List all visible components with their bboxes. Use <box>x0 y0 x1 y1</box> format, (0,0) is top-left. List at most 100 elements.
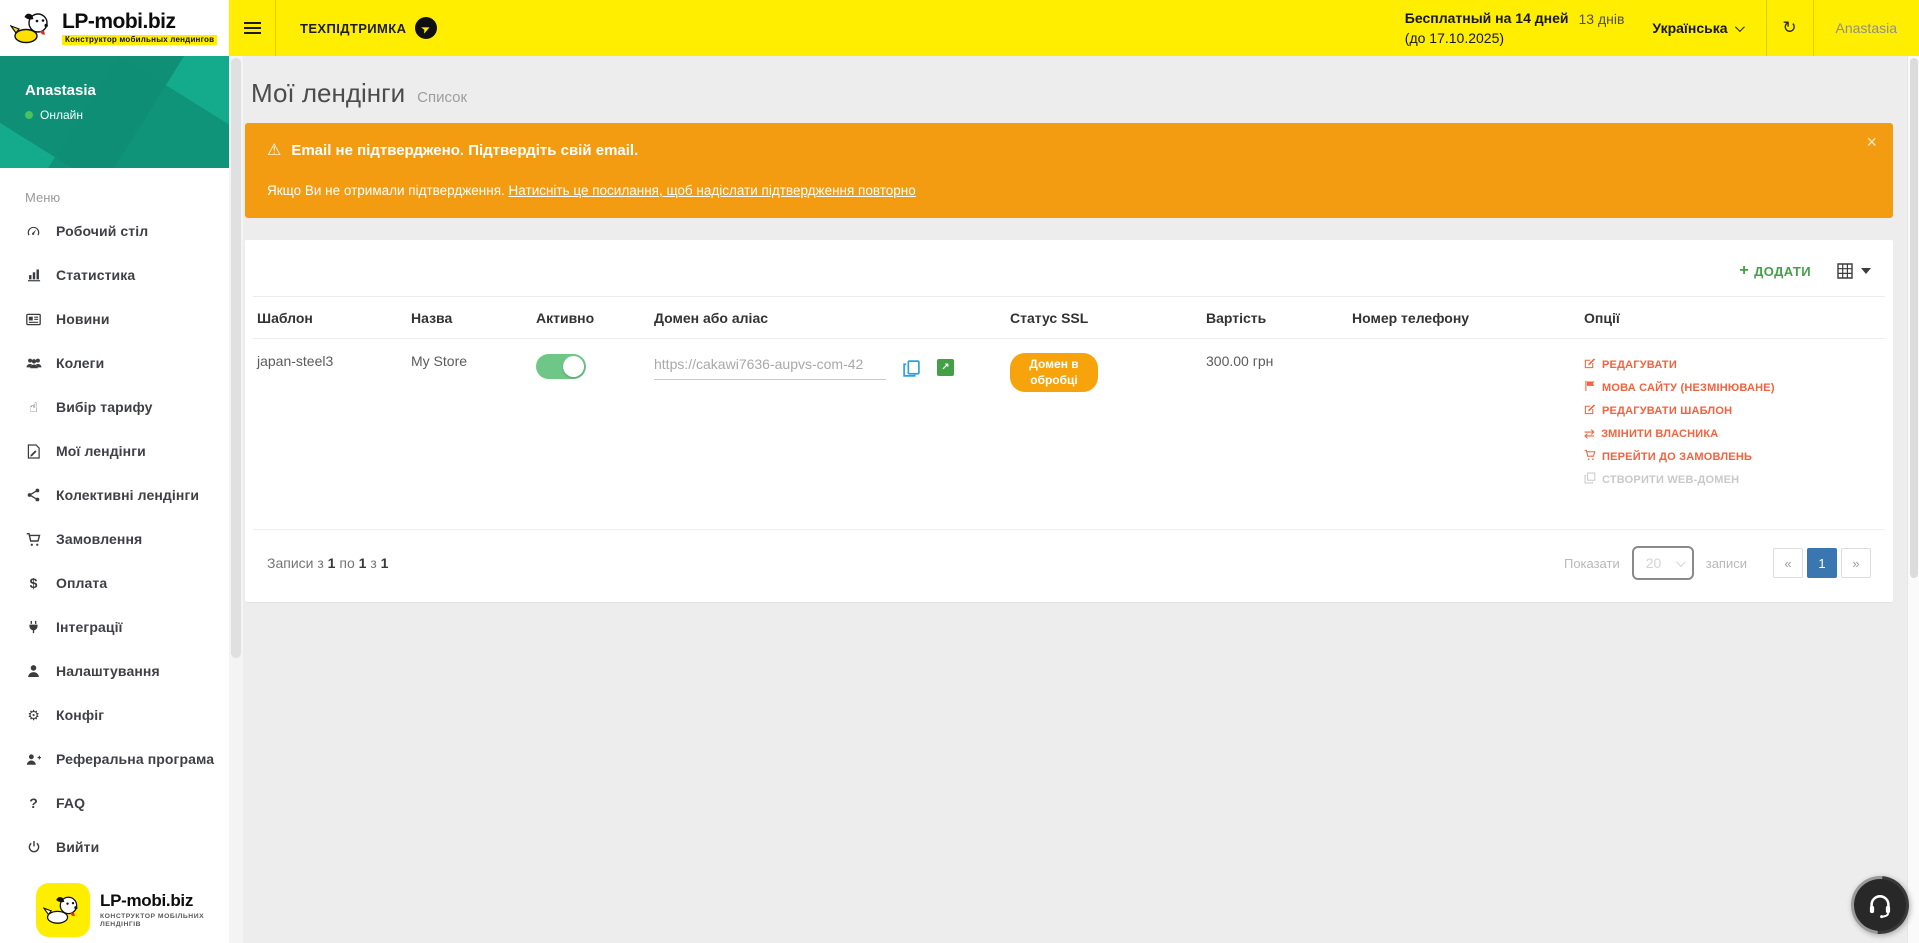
col-header-ssl[interactable]: Статус SSL <box>1006 297 1202 338</box>
table-row: japan-steel3 My Store ↗ Домен в обробці … <box>253 339 1885 505</box>
cell-name: My Store <box>407 339 532 505</box>
per-page-select[interactable]: 20 <box>1632 546 1694 580</box>
cell-template: japan-steel3 <box>253 339 407 505</box>
sidebar-toggle-button[interactable] <box>229 0 275 56</box>
banner-text: Якщо Ви не отримали підтвердження. <box>267 183 505 198</box>
table-grid-icon <box>1837 263 1853 279</box>
menu-section-label: Меню <box>0 168 229 209</box>
sidebar-scrollbar-thumb[interactable] <box>231 58 241 658</box>
col-header-template[interactable]: Шаблон <box>253 297 407 338</box>
option-go-to-orders[interactable]: ПЕРЕЙТИ ДО ЗАМОВЛЕНЬ <box>1584 445 1879 468</box>
sidebar-item-logout[interactable]: Вийти <box>0 825 229 869</box>
ssl-status-badge: Домен в обробці <box>1010 353 1098 392</box>
tech-support-link[interactable]: ТЕХПІДТРИМКА ➤ <box>276 0 455 56</box>
page-scrollbar-thumb[interactable] <box>1910 58 1918 578</box>
col-header-active[interactable]: Активно <box>532 297 650 338</box>
exchange-icon: ⇄ <box>1584 426 1595 442</box>
entries-label: записи <box>1706 556 1747 571</box>
pagination: « 1 » <box>1773 548 1871 578</box>
pagination-page-1-button[interactable]: 1 <box>1807 548 1837 578</box>
plug-icon <box>24 620 43 634</box>
cart-icon <box>1584 449 1596 464</box>
show-label: Показати <box>1564 556 1620 571</box>
bar-chart-icon <box>24 268 43 282</box>
col-header-price[interactable]: Вартість <box>1202 297 1348 338</box>
sidebar-item-payment[interactable]: $ Оплата <box>0 561 229 605</box>
external-link-icon[interactable]: ↗ <box>937 359 954 376</box>
sidebar-item-settings[interactable]: Налаштування <box>0 649 229 693</box>
top-bar: LP-mobi.biz Конструктор мобильных лендин… <box>0 0 1919 56</box>
share-icon <box>24 488 43 502</box>
resend-confirmation-link[interactable]: Натисніть це посилання, щоб надіслати пі… <box>509 183 916 198</box>
main-content: Мої лендінги Список ⚠ Email не підтвердж… <box>243 56 1907 943</box>
sidebar-scrollbar[interactable] <box>229 56 243 943</box>
sidebar-user-name: Anastasia <box>25 82 229 99</box>
domain-input[interactable] <box>654 353 886 380</box>
chevron-down-icon <box>1734 22 1744 32</box>
cell-ssl-status: Домен в обробці <box>1006 339 1202 505</box>
option-create-web-domain: СТВОРИТИ WEB-ДОМЕН <box>1584 468 1879 491</box>
col-header-name[interactable]: Назва <box>407 297 532 338</box>
per-page-value: 20 <box>1646 555 1662 571</box>
page-scrollbar[interactable] <box>1907 56 1919 943</box>
col-header-phone[interactable]: Номер телефону <box>1348 297 1580 338</box>
warning-icon: ⚠ <box>267 140 281 160</box>
active-toggle[interactable] <box>536 354 586 379</box>
pagination-prev-button[interactable]: « <box>1773 548 1803 578</box>
brand-tagline: Конструктор мобильных лендингов <box>62 35 217 45</box>
sidebar-item-config[interactable]: ⚙ Конфіг <box>0 693 229 737</box>
pagination-next-button[interactable]: » <box>1841 548 1871 578</box>
sidebar-item-my-landings[interactable]: Мої лендінги <box>0 429 229 473</box>
dog-mascot-icon <box>36 883 90 937</box>
col-header-domain[interactable]: Домен або аліас <box>650 297 1006 338</box>
clone-icon <box>1584 472 1596 487</box>
page-subtitle: Список <box>417 89 467 106</box>
banner-title-text: Email не підтверджено. Підтвердіть свій … <box>291 142 638 159</box>
col-header-options[interactable]: Опції <box>1580 297 1885 338</box>
brand-logo[interactable]: LP-mobi.biz Конструктор мобильных лендин… <box>0 0 229 56</box>
edit-icon <box>1584 403 1596 418</box>
option-edit-template[interactable]: РЕДАГУВАТИ ШАБЛОН <box>1584 399 1879 422</box>
sidebar-item-referral[interactable]: Реферальна програма <box>0 737 229 781</box>
sidebar-item-colleagues[interactable]: Колеги <box>0 341 229 385</box>
option-edit[interactable]: РЕДАГУВАТИ <box>1584 353 1879 376</box>
sidebar-user-panel: Anastasia Онлайн <box>0 56 229 168</box>
tech-support-label: ТЕХПІДТРИМКА <box>300 21 406 36</box>
sidebar-item-tariff[interactable]: ☝ Вибір тарифу <box>0 385 229 429</box>
refresh-button[interactable]: ↻ <box>1767 0 1813 56</box>
cell-domain: ↗ <box>650 339 1006 505</box>
sidebar-item-collective-landings[interactable]: Колективні лендінги <box>0 473 229 517</box>
panel-toolbar: + ДОДАТИ <box>245 240 1893 296</box>
headset-icon <box>1866 891 1894 919</box>
user-icon <box>24 664 43 678</box>
edit-icon <box>1584 357 1596 372</box>
gears-icon: ⚙ <box>24 707 43 724</box>
email-warning-banner: ⚠ Email не підтверджено. Підтвердіть сві… <box>245 123 1893 218</box>
username-label: Anastasia <box>1836 20 1897 36</box>
table-header-row: Шаблон Назва Активно Домен або аліас Ста… <box>253 296 1885 339</box>
column-visibility-button[interactable] <box>1837 263 1871 279</box>
dog-mascot-icon <box>10 10 54 46</box>
sidebar-item-faq[interactable]: ? FAQ <box>0 781 229 825</box>
banner-close-button[interactable]: × <box>1866 133 1877 151</box>
cell-price: 300.00 грн <box>1202 339 1348 505</box>
user-menu[interactable]: Anastasia <box>1814 0 1919 56</box>
sidebar-item-integrations[interactable]: Інтеграції <box>0 605 229 649</box>
copy-icon[interactable] <box>902 359 921 381</box>
sidebar-menu: Робочий стіл Статистика Новини Колеги ☝ … <box>0 209 229 869</box>
sidebar-item-statistics[interactable]: Статистика <box>0 253 229 297</box>
sidebar-item-news[interactable]: Новини <box>0 297 229 341</box>
cell-phone <box>1348 339 1580 505</box>
records-info: Записи з 1 по 1 з 1 <box>267 555 388 571</box>
language-selector[interactable]: Українська <box>1644 0 1765 56</box>
add-landing-button[interactable]: + ДОДАТИ <box>1739 262 1811 280</box>
option-site-language[interactable]: МОВА САЙТУ (НЕЗМІНЮВАНЕ) <box>1584 376 1879 399</box>
sidebar-item-orders[interactable]: Замовлення <box>0 517 229 561</box>
table-footer: Записи з 1 по 1 з 1 Показати 20 записи « <box>253 529 1885 598</box>
sidebar-item-dashboard[interactable]: Робочий стіл <box>0 209 229 253</box>
toggle-knob <box>563 356 584 377</box>
option-change-owner[interactable]: ⇄ ЗМІНИТИ ВЛАСНИКА <box>1584 422 1879 445</box>
trial-info: Бесплатный на 14 дней (до 17.10.2025) 13… <box>1405 0 1645 56</box>
newspaper-icon <box>24 313 43 326</box>
cell-active <box>532 339 650 505</box>
